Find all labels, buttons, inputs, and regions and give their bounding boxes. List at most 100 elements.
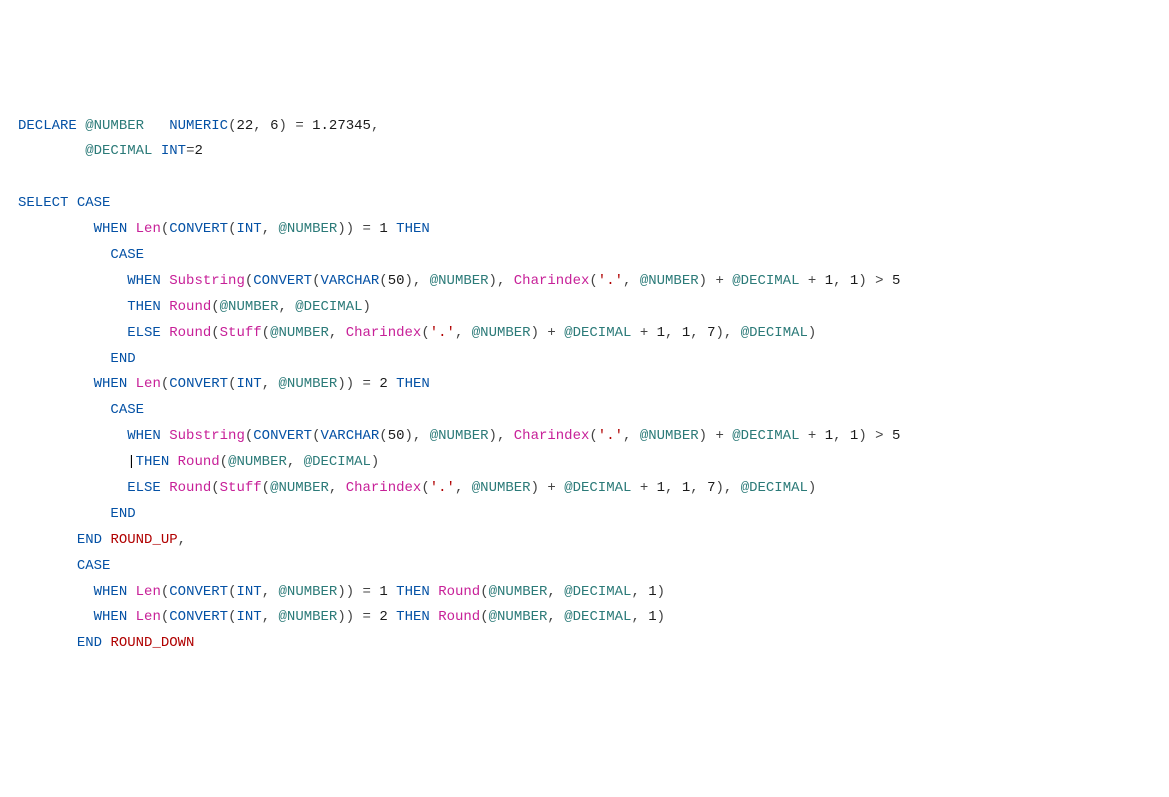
variable: @DECIMAL xyxy=(564,480,631,496)
variable: @NUMBER xyxy=(279,376,338,392)
keyword: END xyxy=(110,506,135,522)
number: 2 xyxy=(379,609,387,625)
punct: , xyxy=(690,325,698,341)
text-cursor-icon: | xyxy=(127,454,135,470)
keyword: WHEN xyxy=(94,609,128,625)
punct: , xyxy=(690,480,698,496)
punct: ( xyxy=(228,584,236,600)
number: 1 xyxy=(825,428,833,444)
variable: @DECIMAL xyxy=(85,143,152,159)
punct: , xyxy=(631,584,639,600)
punct: + xyxy=(640,325,648,341)
punct: ( xyxy=(262,325,270,341)
punct: ) xyxy=(489,273,497,289)
punct: ) xyxy=(715,480,723,496)
keyword: THEN xyxy=(396,584,430,600)
keyword: CASE xyxy=(110,402,144,418)
number: 1 xyxy=(379,584,387,600)
variable: @NUMBER xyxy=(85,118,144,134)
punct: , xyxy=(665,325,673,341)
type: CONVERT xyxy=(169,609,228,625)
punct: , xyxy=(287,454,295,470)
punct: ( xyxy=(211,480,219,496)
number: 1 xyxy=(648,584,656,600)
number: 1 xyxy=(379,221,387,237)
punct: , xyxy=(724,325,732,341)
variable: @NUMBER xyxy=(489,609,548,625)
variable: @DECIMAL xyxy=(741,325,808,341)
function: Charindex xyxy=(346,480,422,496)
punct: , xyxy=(833,273,841,289)
type: CONVERT xyxy=(253,428,312,444)
punct: ( xyxy=(589,273,597,289)
type: INT xyxy=(161,143,186,159)
type: VARCHAR xyxy=(320,273,379,289)
punct: ( xyxy=(245,273,253,289)
type: INT xyxy=(236,221,261,237)
variable: @DECIMAL xyxy=(564,609,631,625)
punct: = xyxy=(363,609,371,625)
type: CONVERT xyxy=(169,221,228,237)
variable: @NUMBER xyxy=(472,325,531,341)
punct: , xyxy=(253,118,261,134)
variable: @NUMBER xyxy=(640,273,699,289)
code-line: DECLARE @NUMBER NUMERIC(22, 6) = 1.27345… xyxy=(18,118,379,134)
keyword: THEN xyxy=(136,454,170,470)
punct: , xyxy=(262,609,270,625)
number: 22 xyxy=(236,118,253,134)
function: Round xyxy=(169,299,211,315)
punct: , xyxy=(631,609,639,625)
punct: ) xyxy=(699,428,707,444)
punct: + xyxy=(547,325,555,341)
punct: ) xyxy=(657,584,665,600)
variable: @NUMBER xyxy=(220,299,279,315)
code-line: END xyxy=(18,506,136,522)
keyword: WHEN xyxy=(127,273,161,289)
function: Len xyxy=(136,584,161,600)
punct: ) xyxy=(371,454,379,470)
punct: ( xyxy=(161,609,169,625)
variable: @NUMBER xyxy=(279,609,338,625)
keyword: WHEN xyxy=(94,376,128,392)
keyword: CASE xyxy=(77,558,111,574)
punct: , xyxy=(665,480,673,496)
punct: ( xyxy=(480,584,488,600)
string: '.' xyxy=(430,480,455,496)
code-line: THEN Round(@NUMBER, @DECIMAL) xyxy=(18,299,371,315)
function: Charindex xyxy=(346,325,422,341)
keyword: WHEN xyxy=(94,584,128,600)
function: Substring xyxy=(169,428,245,444)
variable: @NUMBER xyxy=(270,480,329,496)
punct: , xyxy=(547,609,555,625)
keyword: ELSE xyxy=(127,480,161,496)
punct: ( xyxy=(211,325,219,341)
punct: ( xyxy=(421,480,429,496)
punct: ( xyxy=(262,480,270,496)
code-line: @DECIMAL INT=2 xyxy=(18,143,203,159)
punct: + xyxy=(808,273,816,289)
identifier: ROUND_UP xyxy=(110,532,177,548)
punct: ) xyxy=(531,325,539,341)
variable: @NUMBER xyxy=(472,480,531,496)
function: Len xyxy=(136,609,161,625)
number: 1 xyxy=(825,273,833,289)
code-line: WHEN Substring(CONVERT(VARCHAR(50), @NUM… xyxy=(18,273,900,289)
function: Charindex xyxy=(514,428,590,444)
keyword: THEN xyxy=(396,609,430,625)
punct: ( xyxy=(220,454,228,470)
punct: , xyxy=(329,325,337,341)
punct: , xyxy=(623,428,631,444)
number: 5 xyxy=(892,273,900,289)
identifier: ROUND_DOWN xyxy=(110,635,194,651)
punct: ( xyxy=(421,325,429,341)
number: 6 xyxy=(270,118,278,134)
code-line: WHEN Len(CONVERT(INT, @NUMBER)) = 2 THEN… xyxy=(18,609,665,625)
number: 1 xyxy=(657,325,665,341)
code-line: END xyxy=(18,351,136,367)
punct: ) xyxy=(337,221,345,237)
type: CONVERT xyxy=(169,584,228,600)
variable: @DECIMAL xyxy=(732,428,799,444)
number: 1 xyxy=(682,325,690,341)
function: Round xyxy=(169,325,211,341)
number: 2 xyxy=(379,376,387,392)
